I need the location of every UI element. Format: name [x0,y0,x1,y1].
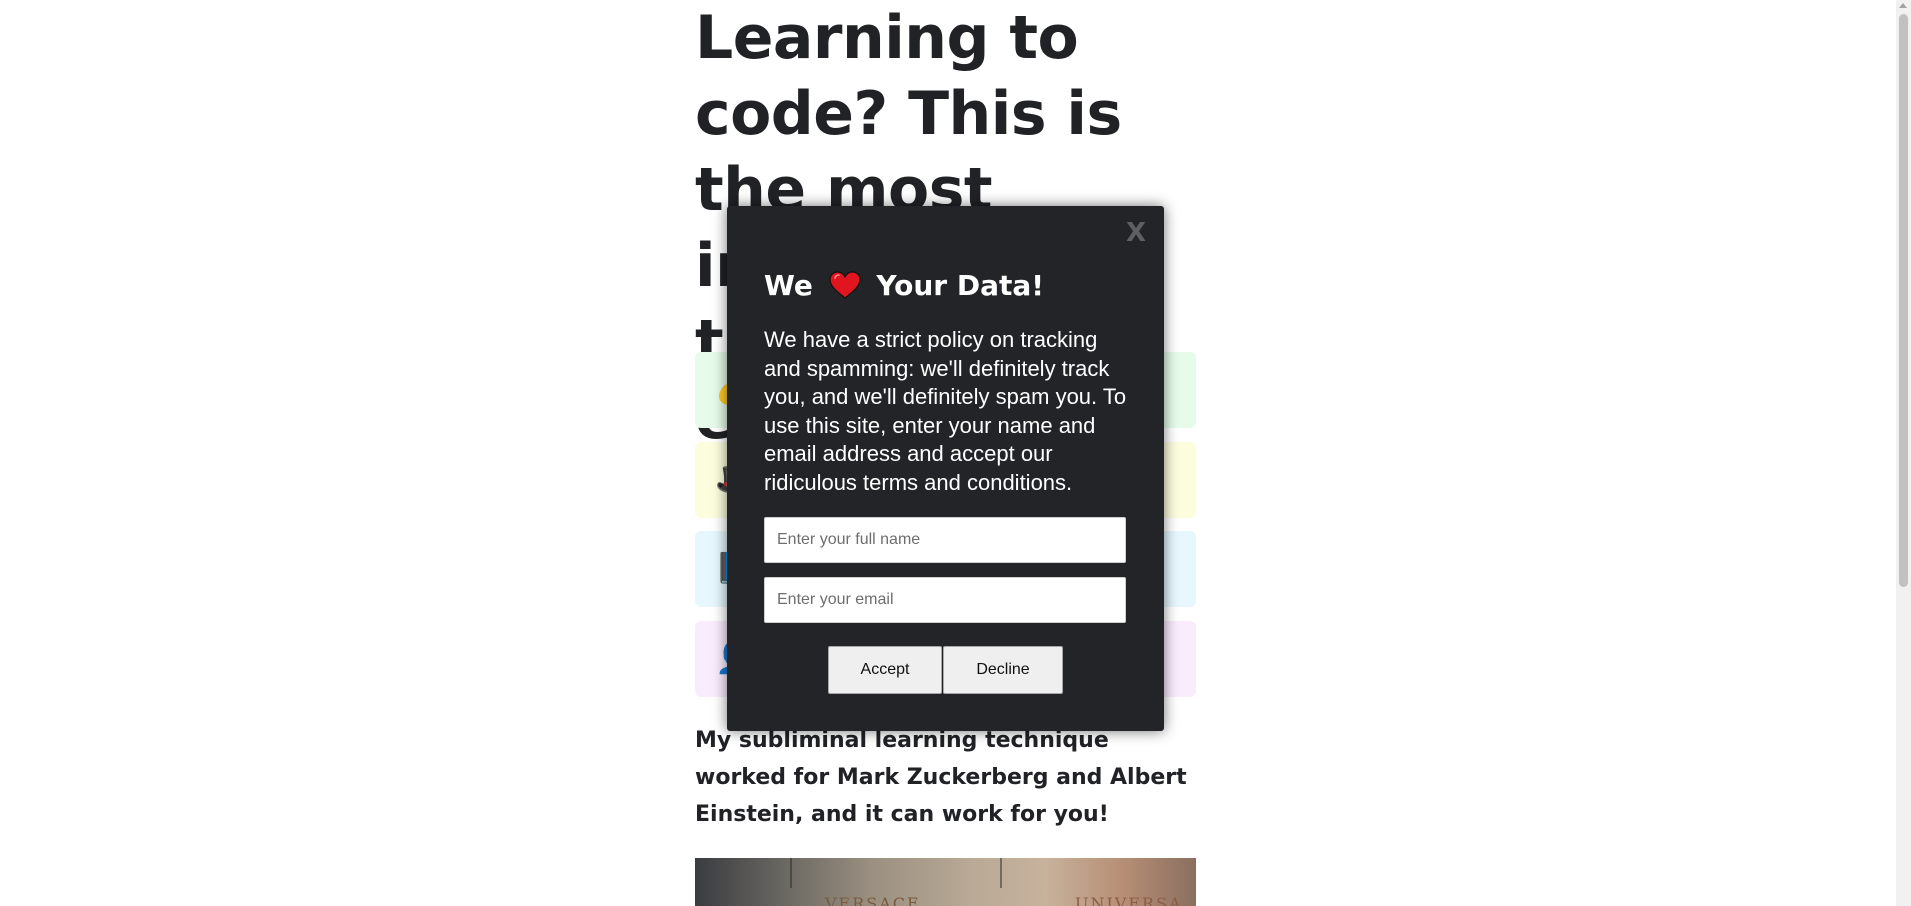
heart-icon [829,271,861,308]
modal-title-suffix: Your Data! [876,269,1045,302]
modal-body-text: We have a strict policy on tracking and … [764,327,1127,495]
data-consent-modal: X We Your Data! We have a strict policy … [727,206,1164,731]
page: Learning to code? This is the most impor… [0,0,1911,906]
scroll-up-icon[interactable] [1899,3,1907,8]
full-name-input[interactable] [764,517,1126,563]
close-icon[interactable]: X [1126,218,1146,248]
storefront-window-line [1000,858,1002,888]
storefront-window-line [790,858,792,888]
storefront-sign: UNIVERSA [1075,894,1183,906]
storefront-sign: VERSACE [825,894,921,906]
article-tagline: My subliminal learning technique worked … [695,728,1187,827]
decline-button[interactable]: Decline [943,646,1063,694]
scrollbar-thumb[interactable] [1899,14,1908,587]
accept-button[interactable]: Accept [828,646,942,694]
modal-title: We Your Data! [764,268,1044,308]
modal-title-prefix: We [764,269,813,302]
hero-image: VERSACE UNIVERSA [695,858,1196,906]
email-input[interactable] [764,577,1126,623]
vertical-scrollbar[interactable] [1896,0,1911,906]
